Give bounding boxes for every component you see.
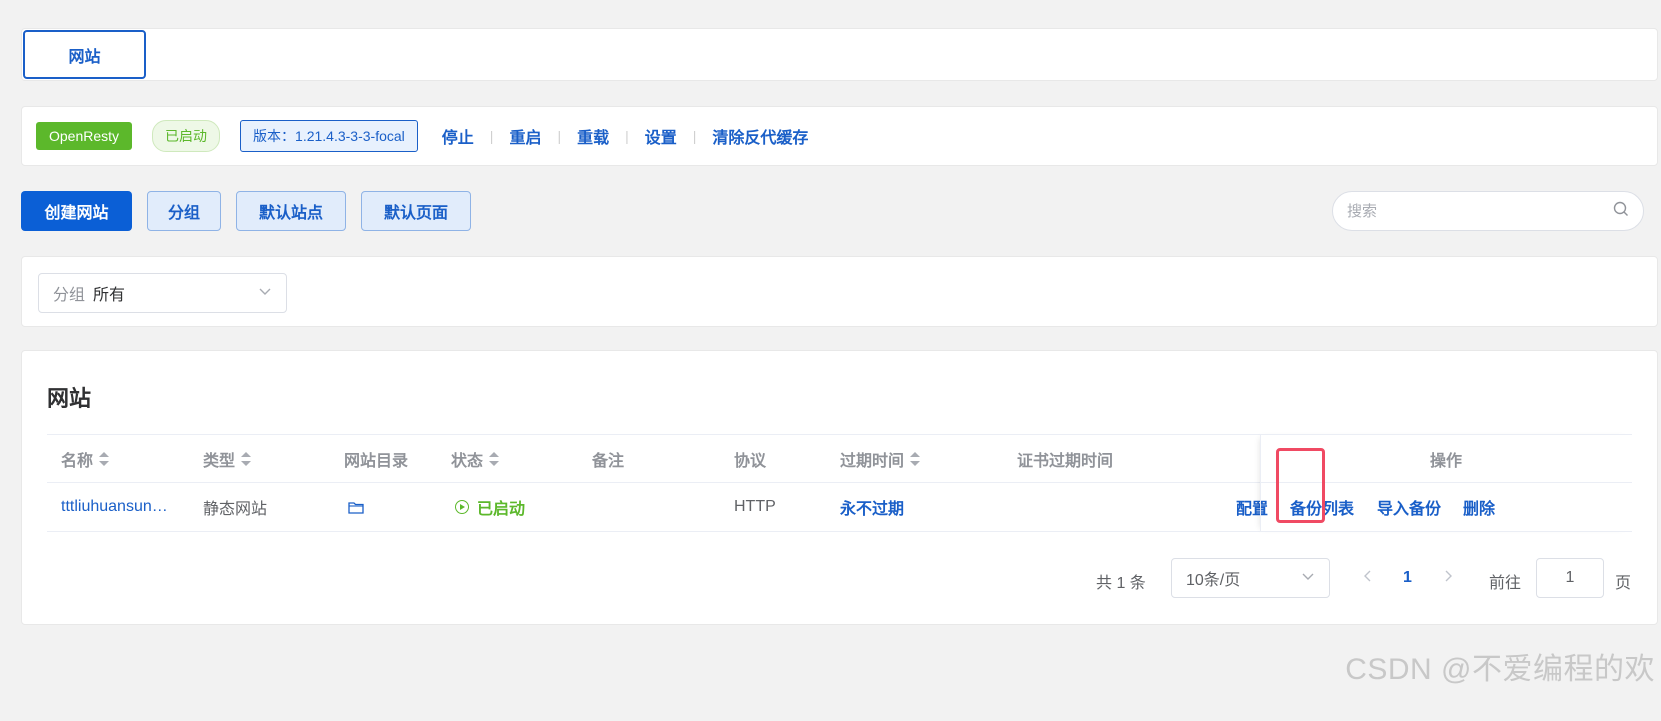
col-name-label: 名称: [61, 453, 94, 470]
version-tag: 版本：1.21.4.3-3-3-focal: [240, 120, 418, 152]
search-input[interactable]: [1347, 202, 1613, 220]
site-type: 静态网站: [203, 501, 268, 518]
folder-icon[interactable]: [348, 483, 364, 531]
col-remark-header: 备注: [592, 453, 625, 470]
group-select-label: 分组: [53, 287, 86, 304]
create-website-button[interactable]: 创建网站: [21, 191, 132, 231]
next-page-icon[interactable]: [1442, 568, 1454, 589]
col-dir-header: 网站目录: [344, 453, 409, 470]
page-size-select[interactable]: 10条/页: [1171, 558, 1330, 598]
goto-label: 前往: [1489, 575, 1522, 592]
chevron-down-icon: [1301, 569, 1315, 588]
stop-button[interactable]: 停止: [442, 124, 474, 148]
search-icon[interactable]: [1613, 201, 1629, 221]
sort-icon[interactable]: [99, 452, 110, 466]
col-expire-label: 过期时间: [840, 453, 905, 470]
ops-column-divider: [1260, 434, 1632, 532]
site-expire-link[interactable]: 永不过期: [840, 483, 904, 531]
website-table: 名称 类型 网站目录 状态 备注 协议 过期时间 证书过期时间 操作 tttli…: [47, 434, 1632, 532]
page-number-current[interactable]: 1: [1403, 569, 1412, 587]
tab-website[interactable]: 网站: [23, 30, 146, 79]
reload-button[interactable]: 重载: [577, 124, 609, 148]
site-protocol: HTTP: [734, 498, 776, 515]
divider: |: [557, 128, 562, 144]
col-expire-header[interactable]: 过期时间: [840, 435, 921, 483]
col-type-label: 类型: [203, 453, 236, 470]
app-name-tag: OpenResty: [36, 122, 133, 150]
divider: |: [692, 128, 697, 144]
restart-button[interactable]: 重启: [509, 124, 541, 148]
site-status-label: 已启动: [477, 501, 526, 518]
pagination-total: 共 1 条: [1096, 575, 1146, 592]
col-status-header[interactable]: 状态: [451, 435, 500, 483]
sort-icon[interactable]: [910, 452, 921, 466]
sort-icon[interactable]: [241, 452, 252, 466]
search-box: [1332, 191, 1644, 231]
filter-bar: 分组 所有: [21, 256, 1658, 327]
page-suffix: 页: [1615, 575, 1632, 592]
site-status[interactable]: 已启动: [455, 483, 525, 531]
group-select-value: 所有: [93, 287, 126, 304]
table-title: 网站: [47, 386, 92, 411]
watermark: CSDN @不爱编程的欢: [1345, 653, 1655, 686]
sort-icon[interactable]: [489, 452, 500, 466]
settings-button[interactable]: 设置: [645, 124, 677, 148]
chevron-down-icon: [258, 284, 272, 303]
divider: |: [489, 128, 494, 144]
prev-page-icon[interactable]: [1362, 568, 1374, 589]
col-type-header[interactable]: 类型: [203, 435, 252, 483]
app-status-bar: OpenResty 已启动 版本：1.21.4.3-3-3-focal 停止 |…: [21, 106, 1658, 166]
play-circle-icon: [455, 500, 469, 514]
default-page-button[interactable]: 默认页面: [361, 191, 471, 231]
col-name-header[interactable]: 名称: [61, 435, 110, 483]
default-site-button[interactable]: 默认站点: [236, 191, 346, 231]
col-protocol-header: 协议: [734, 453, 767, 470]
page-size-value: 10条/页: [1186, 572, 1241, 589]
site-name-link[interactable]: tttliuhuansun…: [61, 483, 168, 531]
col-cert-expire-header: 证书过期时间: [1017, 453, 1114, 470]
status-badge: 已启动: [152, 120, 221, 152]
goto-page-input[interactable]: 1: [1536, 558, 1604, 598]
group-button[interactable]: 分组: [147, 191, 221, 231]
group-select[interactable]: 分组 所有: [38, 273, 287, 313]
col-status-label: 状态: [451, 453, 484, 470]
clear-proxy-cache-button[interactable]: 清除反代缓存: [712, 124, 808, 148]
website-table-card: 网站 名称 类型 网站目录 状态 备注 协议 过期时间 证书过期时间 操作 tt…: [21, 350, 1658, 625]
tab-bar: 网站: [21, 28, 1658, 81]
divider: |: [625, 128, 629, 144]
